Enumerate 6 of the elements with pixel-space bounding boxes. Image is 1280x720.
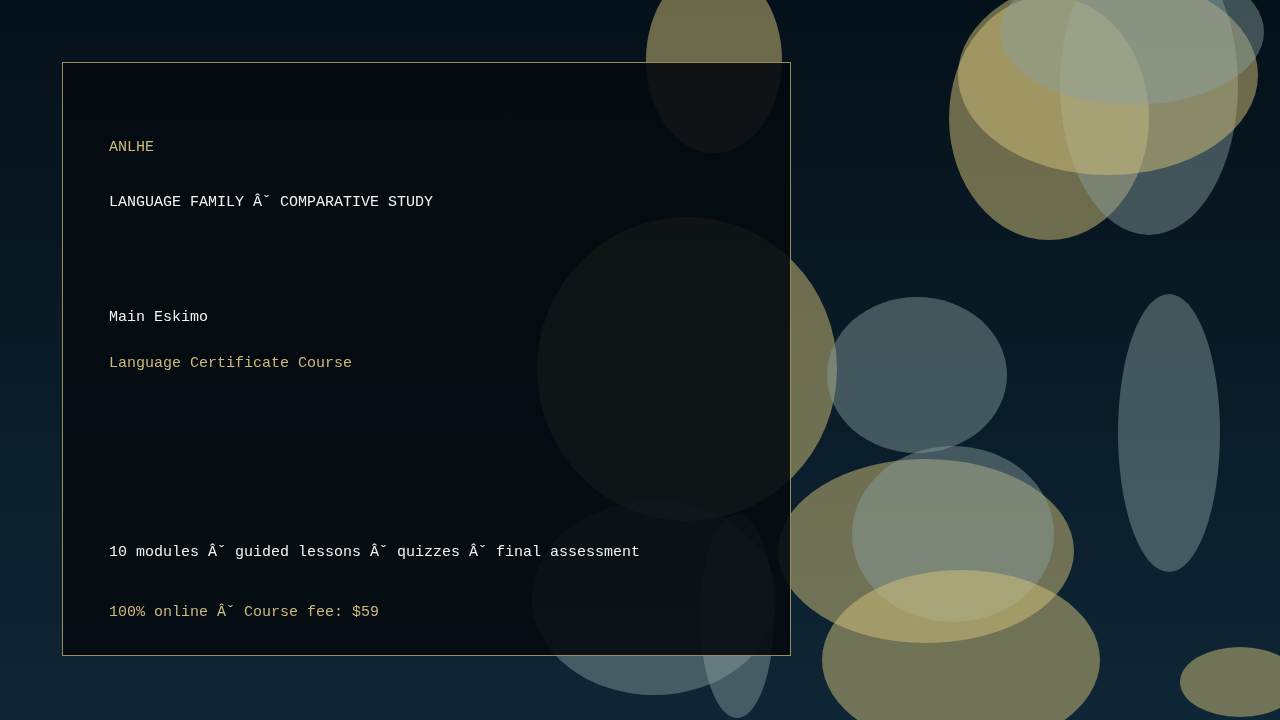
subtitle-text: LANGUAGE FAMILY Âˇ COMPARATIVE STUDY: [109, 193, 434, 213]
course-features: 10 modules Âˇ guided lessons Âˇ quizzes Âˇ final assessment: [109, 543, 641, 563]
course-type: Language Certificate Course: [109, 354, 353, 374]
price-info: 100% online Âˇ Course fee: $59: [109, 603, 380, 623]
brand-name: ANLHE: [109, 138, 154, 158]
course-title: Main Eskimo: [109, 308, 209, 328]
